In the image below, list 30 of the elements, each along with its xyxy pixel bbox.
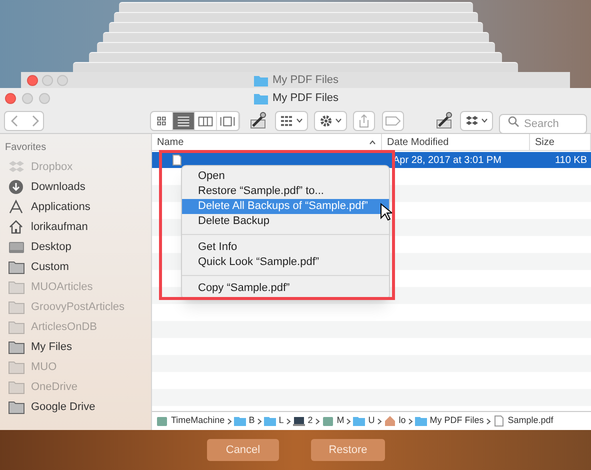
search-field[interactable]: Search — [499, 114, 587, 134]
menu-item[interactable]: Get Info — [182, 240, 389, 255]
sidebar-item[interactable]: Desktop — [5, 237, 151, 257]
path-item[interactable]: 2 — [292, 414, 313, 428]
path-item[interactable]: Sample.pdf — [492, 414, 554, 428]
sidebar-item[interactable]: Downloads — [5, 177, 151, 197]
sidebar-item[interactable]: Applications — [5, 197, 151, 217]
column-header[interactable]: Date Modified — [382, 134, 530, 150]
menu-item[interactable]: Restore “Sample.pdf” to... — [182, 184, 389, 199]
column-header[interactable]: Size — [530, 134, 591, 150]
window-title: My PDF Files — [272, 90, 338, 106]
menu-item[interactable]: Open — [182, 169, 389, 184]
sidebar-heading: Favorites — [5, 141, 48, 154]
menu-item[interactable]: Quick Look “Sample.pdf” — [182, 255, 389, 270]
size-cell-text: 110 KB — [554, 154, 588, 168]
path-item[interactable]: lo — [384, 414, 406, 428]
path-item[interactable]: B — [234, 414, 255, 428]
column-header[interactable]: Name — [152, 134, 382, 150]
sidebar-item[interactable]: Custom — [5, 257, 151, 277]
path-item[interactable]: L — [264, 414, 284, 428]
menu-item[interactable]: Delete All Backups of “Sample.pdf” — [182, 199, 389, 214]
path-item[interactable]: M — [322, 414, 344, 428]
window-title: My PDF Files — [272, 72, 338, 88]
menu-item[interactable]: Copy “Sample.pdf” — [182, 281, 389, 296]
sidebar-item[interactable]: My Files — [5, 337, 151, 357]
sidebar-item[interactable]: Google Drive — [5, 397, 151, 417]
path-item[interactable]: My PDF Files — [414, 414, 484, 428]
path-item[interactable]: U — [353, 414, 375, 428]
sidebar-item[interactable]: lorikaufman — [5, 217, 151, 237]
path-item[interactable]: TimeMachine — [156, 414, 225, 428]
